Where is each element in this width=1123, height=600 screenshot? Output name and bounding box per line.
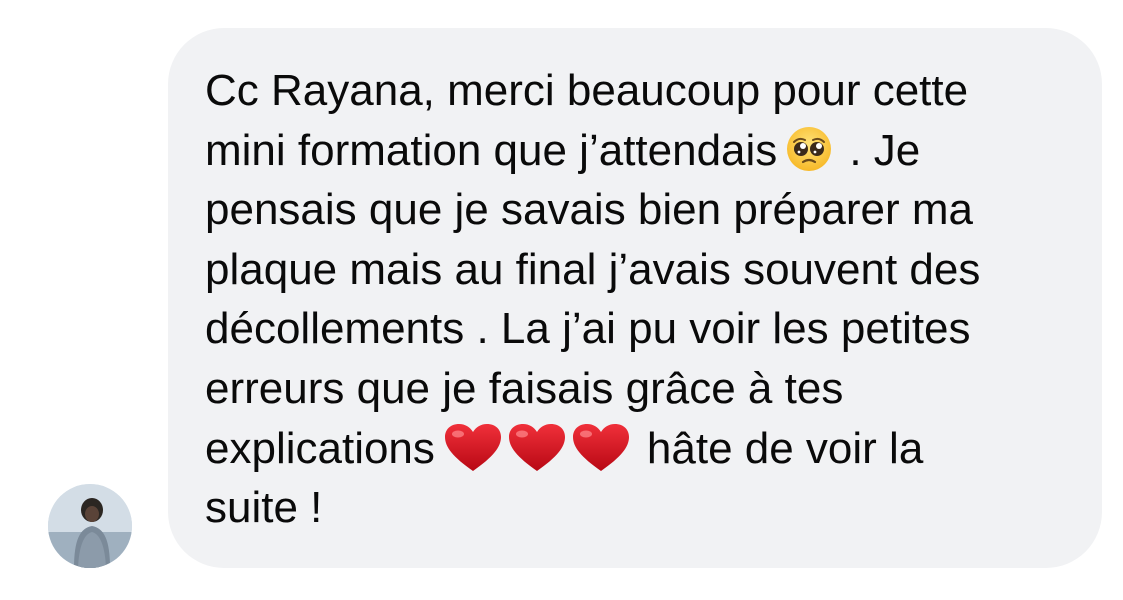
message-line: décollements . La j’ai pu voir les petit… <box>205 299 1085 359</box>
message-line-text: suite ! <box>205 483 323 533</box>
message-text: Cc Rayana, merci beaucoup pour cette min… <box>205 61 1085 538</box>
message-line-text: erreurs que je faisais grâce à tes <box>205 363 844 413</box>
message-line: mini formation que j’attendais . Je <box>205 121 1085 181</box>
sender-avatar[interactable] <box>48 484 132 568</box>
message-line: plaque mais au final j’avais souvent des <box>205 240 1085 300</box>
message-line: pensais que je savais bien préparer ma <box>205 180 1085 240</box>
message-line: erreurs que je faisais grâce à tes <box>205 359 1085 419</box>
message-line-text: plaque mais au final j’avais souvent des <box>205 244 981 294</box>
message-line: explications hâte de voir la <box>205 419 1085 479</box>
red-heart-emoji <box>508 423 565 471</box>
pleading-face-emoji <box>787 126 832 171</box>
message-line-text: mini formation que j’attendais <box>205 125 778 175</box>
red-heart-emoji <box>444 423 501 471</box>
avatar-photo <box>48 484 132 568</box>
red-heart-emoji <box>572 423 629 471</box>
message-line-text: décollements . La j’ai pu voir les petit… <box>205 304 971 354</box>
message-line-text: pensais que je savais bien préparer ma <box>205 185 974 235</box>
message-line-text: hâte de voir la <box>646 423 924 473</box>
message-line-text: . Je <box>849 125 921 175</box>
message-line-text: Cc Rayana, merci beaucoup pour cette <box>205 66 969 115</box>
hearts-group <box>441 419 633 479</box>
message-line: suite ! <box>205 478 1085 538</box>
message-line-text: explications <box>205 423 435 473</box>
message-line: Cc Rayana, merci beaucoup pour cette <box>205 61 1085 121</box>
